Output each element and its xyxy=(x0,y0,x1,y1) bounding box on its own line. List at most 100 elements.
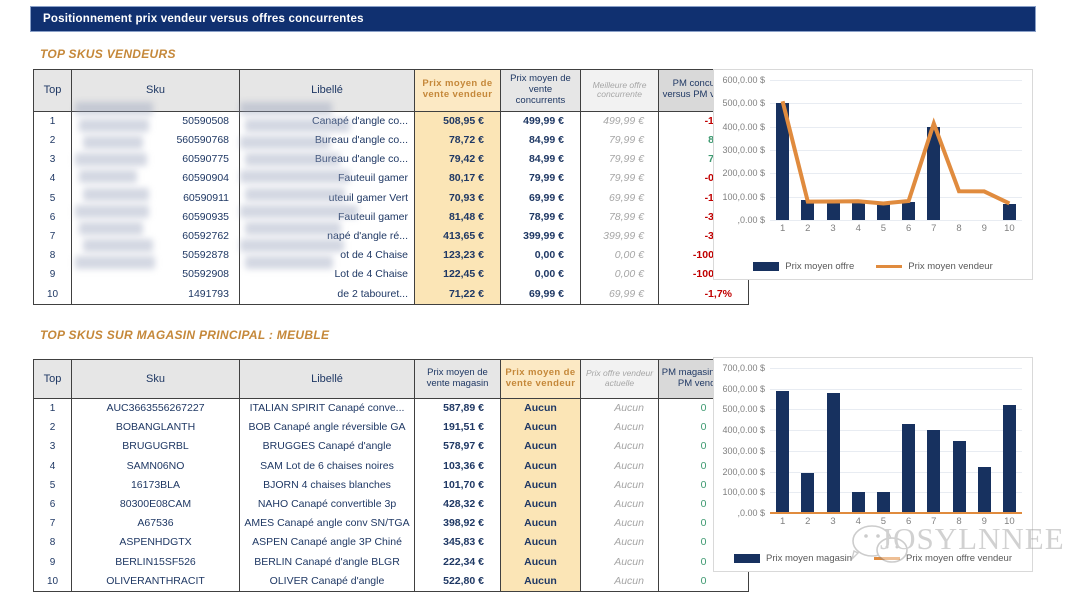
legend-item[interactable]: Prix moyen vendeur xyxy=(876,261,993,272)
libelle-cell: SAM Lot de 6 chaises noires xyxy=(239,456,415,476)
y-axis-tick-label: 300,0.00 $ xyxy=(722,445,765,456)
chart-prix-moyen-offre-vs-vendeur: 600,0.00 $ 500,0.00 $ 400,0.00 $ 300,0.00 $… xyxy=(713,69,1033,280)
chart-prix-moyen-magasin: 700,0.00 $ 600,0.00 $ 500,0.00 $ 400,0.00 $… xyxy=(713,357,1033,572)
y-axis-tick-label: ,0.00 $ xyxy=(737,215,765,225)
legend-item[interactable]: Prix moyen magasin xyxy=(733,553,852,564)
prix-moyen-vente-vendeur-cell: 123,23 € xyxy=(414,246,501,266)
x-axis-tick-label: 1 xyxy=(779,516,786,527)
x-axis-tick-label: 3 xyxy=(830,223,836,234)
top: 9 xyxy=(33,552,72,572)
prix-offre-vendeur-actuelle-cell: Aucun xyxy=(580,552,659,572)
y-axis-tick-label: 200,0.00 $ xyxy=(722,168,765,179)
col-prix-moyen-vente-concurrents: Prix moyen de vente concurrents xyxy=(500,69,581,112)
legend-item[interactable]: Prix moyen offre vendeur xyxy=(874,553,1012,564)
sku-cell: 60590904 xyxy=(71,169,240,189)
report-page: Positionnement prix vendeur versus offre… xyxy=(0,0,1080,592)
top: 6 xyxy=(33,494,72,515)
libelle-cell: Lot de 4 Chaise xyxy=(239,265,415,285)
y-axis-tick-label: 100,0.00 $ xyxy=(722,487,765,498)
prix-moyen-vente-vendeur-cell: 79,42 € xyxy=(414,150,501,170)
meilleure-offre-concurrente-cell: 69,99 € xyxy=(580,284,659,305)
prix-offre-vendeur-actuelle-cell: Aucun xyxy=(580,398,659,419)
bar-slot: 6 xyxy=(896,368,921,527)
legend-item[interactable]: Prix moyen offre xyxy=(753,261,854,272)
table-row: 2 560590768 Bureau d'angle co... 78,72 €84,… xyxy=(33,130,749,151)
bar-slot: 1 xyxy=(770,368,795,527)
x-axis-tick-label: 5 xyxy=(880,516,887,527)
prix-moyen-vente-magasin-cell: 103,36 € xyxy=(414,456,501,476)
sku-cell: 50590508 xyxy=(71,111,240,131)
meilleure-offre-concurrente-cell: 79,99 € xyxy=(580,169,659,189)
table-row: 6 80300E08CAM NAHO Canapé convertible 3p 42… xyxy=(33,494,749,515)
chart-legend: Prix moyen magasin Prix moyen offre vende… xyxy=(714,553,1032,564)
y-axis-tick-label: 700,0.00 $ xyxy=(722,363,765,373)
table-header-row: Top Sku Libellé Prix moyen de vente maga… xyxy=(33,359,749,399)
prix-moyen-vente-magasin-cell: 587,89 € xyxy=(414,398,501,419)
libelle-cell: BRUGGES Canapé d'angle xyxy=(239,437,415,457)
bar xyxy=(851,491,865,513)
libelle-cell: Bureau d'angle co... xyxy=(239,130,415,151)
prix-moyen-vente-vendeur-cell: 508,95 € xyxy=(414,111,501,131)
prix-moyen-vente-concurrents-cell: 0,00 € xyxy=(500,265,581,285)
bar xyxy=(902,424,916,513)
table-row: 2 BOBANGLANTH BOB Canapé angle réversible … xyxy=(33,418,749,438)
col-top: Top xyxy=(33,359,72,399)
libelle-cell: NAHO Canapé convertible 3p xyxy=(239,494,415,515)
prix-moyen-vente-magasin-cell: 191,51 € xyxy=(414,418,501,438)
legend-bar-swatch xyxy=(753,262,780,271)
prix-moyen-vente-vendeur-cell: 413,65 € xyxy=(414,226,501,247)
table-row: 1 AUC3663556267227 ITALIAN SPIRIT Canapé c… xyxy=(33,398,749,419)
top: 4 xyxy=(33,456,72,476)
top: 2 xyxy=(33,418,72,438)
bar xyxy=(776,391,790,513)
table-top-skus-vendeurs: Top Sku Libellé Prix moyen de vente vend… xyxy=(33,69,749,305)
x-axis-tick-label: 2 xyxy=(805,516,811,527)
chart-legend: Prix moyen offre Prix moyen vendeur xyxy=(714,261,1032,272)
meilleure-offre-concurrente-cell: 0,00 € xyxy=(580,246,659,266)
prix-moyen-vente-vendeur-cell: Aucun xyxy=(500,418,581,438)
sku-cell: BOBANGLANTH xyxy=(71,418,240,438)
prix-moyen-vente-vendeur-cell: 122,45 € xyxy=(414,265,501,285)
x-axis-tick-label: 6 xyxy=(905,516,912,527)
prix-offre-vendeur-actuelle-cell: Aucun xyxy=(580,475,659,495)
meilleure-offre-concurrente-cell: 0,00 € xyxy=(580,265,659,285)
libelle-cell: BJORN 4 chaises blanches xyxy=(239,475,415,495)
top: 8 xyxy=(33,533,72,553)
gridline xyxy=(770,220,1022,221)
y-axis-tick-label: 600,0.00 $ xyxy=(722,75,765,85)
sku-cell: 50592908 xyxy=(71,265,240,285)
libelle-cell: BERLIN Canapé d'angle BLGR xyxy=(239,552,415,572)
table-row: 5 16173BLA BJORN 4 chaises blanches 101,70 … xyxy=(33,475,749,495)
y-axis-tick-label: 100,0.00 $ xyxy=(722,191,765,202)
prix-moyen-vente-concurrents-cell: 69,99 € xyxy=(500,284,581,305)
table-row: 9 50592908 Lot de 4 Chaise 122,45 €0,00 €0,… xyxy=(33,265,749,285)
bar-slot: 2 xyxy=(795,368,820,527)
bar xyxy=(927,430,941,513)
bar-series: 1 2 3 4 5 6 7 8 9 10 xyxy=(770,368,1022,527)
meilleure-offre-concurrente-cell: 69,99 € xyxy=(580,188,659,208)
libelle-cell: BOB Canapé angle réversible GA xyxy=(239,418,415,438)
prix-moyen-vente-magasin-cell: 428,32 € xyxy=(414,494,501,515)
legend-bar-swatch xyxy=(733,554,760,563)
table-row: 10 1491793 de 2 tabouret... 71,22 €69,99 €6… xyxy=(33,284,749,305)
table-top-skus-magasin-principal: Top Sku Libellé Prix moyen de vente maga… xyxy=(33,359,749,592)
plot-area: 600,0.00 $ 500,0.00 $ 400,0.00 $ 300,0.00 $… xyxy=(722,75,1022,234)
table-row: 8 ASPENHDGTX ASPEN Canapé angle 3P Chiné 34… xyxy=(33,533,749,553)
x-axis-tick-label: 10 xyxy=(1004,516,1015,527)
y-axis-tick-label: 500,0.00 $ xyxy=(722,404,765,415)
libelle-cell: AMES Canapé angle conv SN/TGA xyxy=(239,514,415,534)
x-axis-tick-label: 5 xyxy=(880,223,887,234)
sku-cell: 60590775 xyxy=(71,150,240,170)
bar xyxy=(977,466,991,513)
x-axis-tick-label: 7 xyxy=(931,516,937,527)
top: 7 xyxy=(33,226,72,247)
prix-offre-vendeur-actuelle-cell: Aucun xyxy=(580,533,659,553)
prix-moyen-vente-concurrents-cell: 0,00 € xyxy=(500,246,581,266)
prix-moyen-vente-vendeur-cell: Aucun xyxy=(500,533,581,553)
sku-cell: 60592762 xyxy=(71,226,240,247)
col-sku: Sku xyxy=(71,69,240,112)
x-axis-tick-label: 2 xyxy=(805,223,811,234)
top: 3 xyxy=(33,150,72,170)
table-header-row: Top Sku Libellé Prix moyen de vente vend… xyxy=(33,69,749,112)
top: 1 xyxy=(33,398,72,419)
